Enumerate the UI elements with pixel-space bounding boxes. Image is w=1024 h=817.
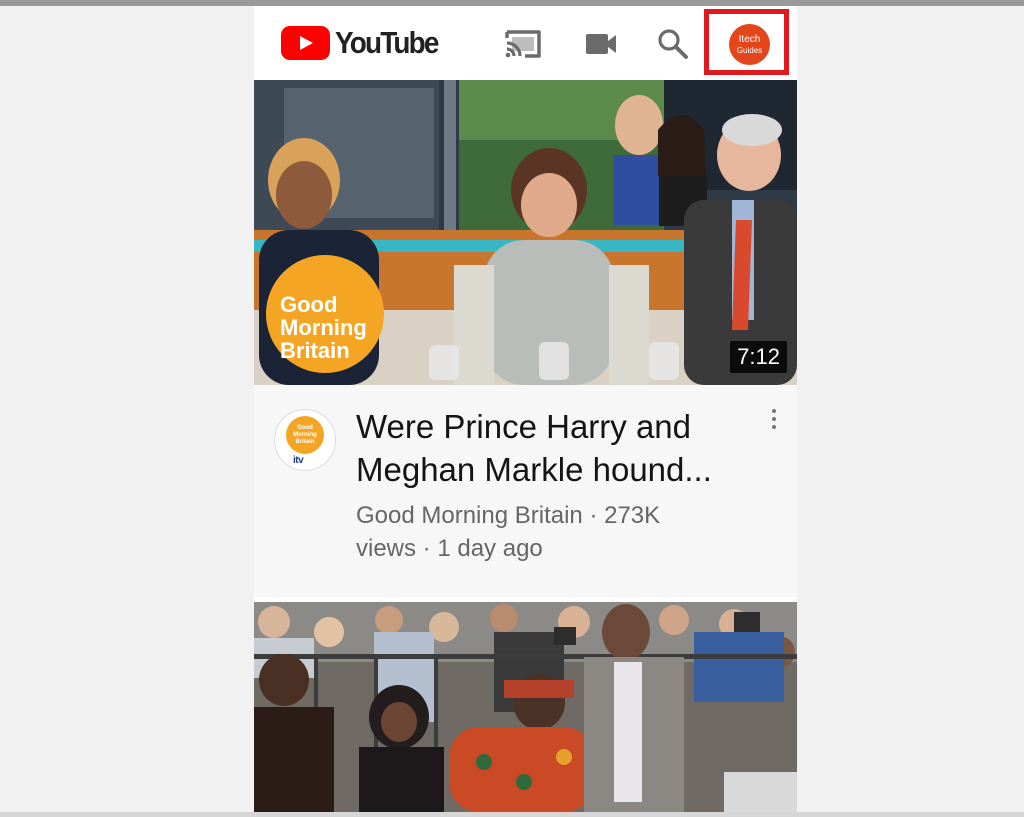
channel-logo-line1: Good: [297, 424, 313, 431]
video-meta-line1: Good Morning Britain · 273K: [356, 502, 661, 529]
avatar-text-line2: Guides: [736, 45, 763, 55]
video-duration: 7:12: [730, 341, 787, 373]
channel-logo-badge: Good Morning Britain: [286, 416, 324, 454]
gmb-logo-line2: Morning: [280, 315, 367, 340]
video-title-line1: Were Prince Harry and: [356, 408, 692, 445]
gmb-logo-line3: Britain: [280, 338, 350, 363]
youtube-logo[interactable]: YouTube: [281, 24, 449, 62]
youtube-mobile-app: YouTube Itech Guides Good Morning Britai…: [254, 6, 797, 812]
window-bottom-border: [0, 812, 1024, 817]
itv-logo: itv: [293, 455, 304, 466]
video-meta-line2: views · 1 day ago: [356, 535, 543, 562]
search-icon[interactable]: [653, 26, 693, 62]
video-thumbnail[interactable]: Good Morning Britain 7:12: [254, 80, 797, 385]
account-avatar[interactable]: Itech Guides: [729, 24, 770, 65]
video-details: Good Morning Britain itv Were Prince Har…: [254, 385, 797, 597]
video-thumbnail-2[interactable]: [254, 602, 797, 812]
avatar-text-line1: Itech: [738, 33, 761, 45]
channel-avatar[interactable]: Good Morning Britain itv: [274, 409, 336, 471]
video-camera-icon[interactable]: [581, 26, 621, 62]
gmb-logo-line1: Good: [280, 292, 338, 317]
video-title-line2: Meghan Markle hound...: [356, 451, 712, 488]
youtube-play-icon: [281, 26, 330, 60]
more-options-icon[interactable]: [764, 409, 784, 439]
channel-logo-line2: Morning: [293, 431, 317, 438]
channel-logo-line3: Britain: [295, 438, 315, 445]
logo-text: YouTube: [335, 25, 439, 60]
good-morning-britain-logo: Good Morning Britain: [266, 255, 384, 373]
video-metadata: Good Morning Britain · 273K views · 1 da…: [356, 499, 756, 565]
video-title[interactable]: Were Prince Harry and Meghan Markle houn…: [356, 405, 766, 491]
cast-icon[interactable]: [503, 26, 543, 62]
app-header: YouTube Itech Guides: [254, 6, 797, 80]
